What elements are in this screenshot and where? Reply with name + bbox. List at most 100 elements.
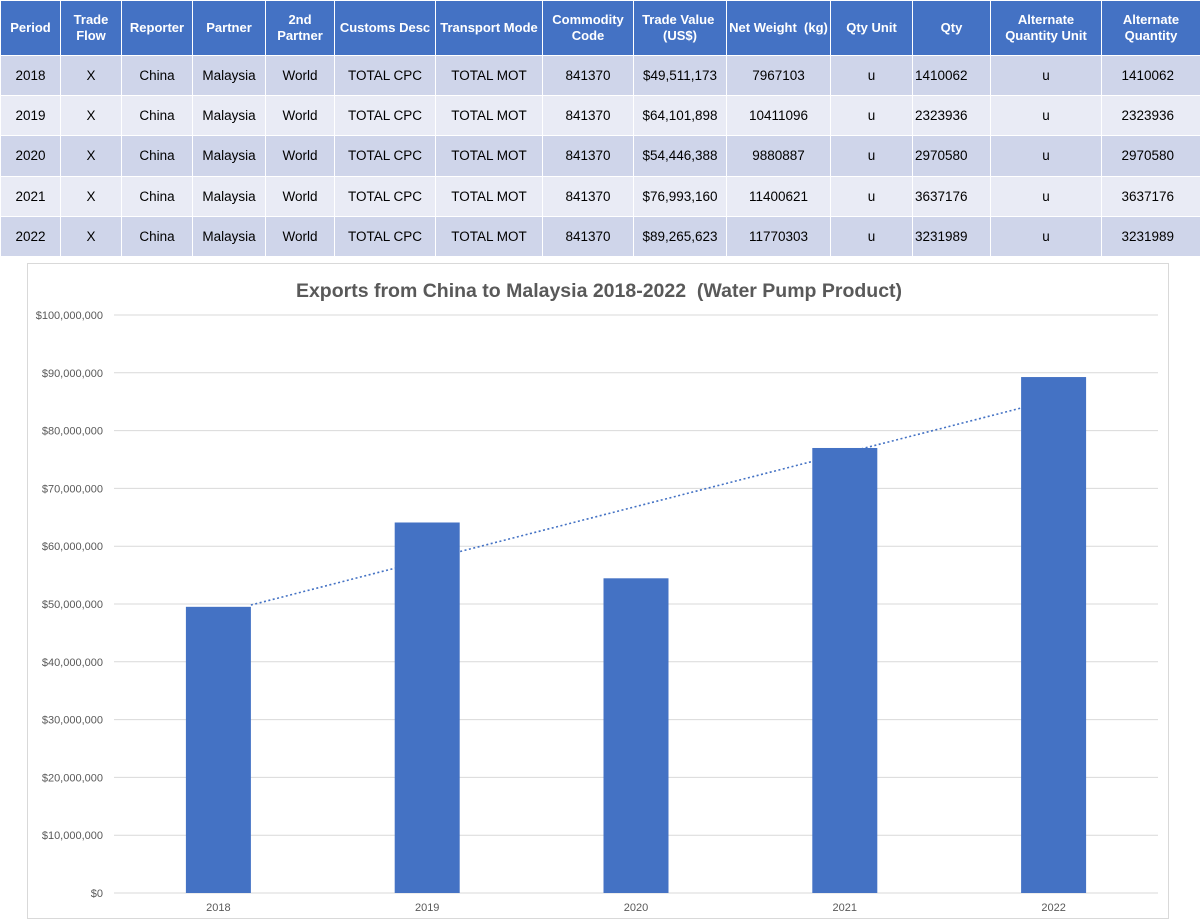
table-cell: u	[830, 95, 913, 137]
table-cell: World	[265, 215, 335, 258]
table-cell: 2018	[0, 54, 61, 97]
table-cell: 2021	[0, 175, 61, 217]
table-cell: TOTAL CPC	[334, 135, 436, 177]
table-cell: 10411096	[726, 95, 831, 137]
table-row: 2020 X China Malaysia World TOTAL CPC TOTAL MO…	[0, 135, 1200, 177]
table-cell: TOTAL MOT	[435, 135, 543, 177]
table-cell: X	[60, 95, 122, 137]
table-cell: u	[990, 95, 1102, 137]
y-tick-label: $0	[91, 888, 103, 900]
header-cell: Net Weight (kg)	[726, 0, 831, 56]
table-cell: $64,101,898	[633, 95, 727, 137]
y-tick-label: $60,000,000	[42, 541, 103, 553]
table-cell: u	[830, 175, 913, 217]
bar-2022	[1021, 377, 1087, 894]
header-cell: Customs Desc	[334, 0, 436, 56]
table-cell: 1410062	[1101, 54, 1200, 97]
y-tick-label: $100,000,000	[36, 310, 103, 322]
table-row: 2022 X China Malaysia World TOTAL CPC TOTAL MO…	[0, 215, 1200, 258]
table-cell: China	[121, 215, 193, 258]
header-cell: Transport Mode	[435, 0, 543, 56]
y-tick-label: $40,000,000	[42, 657, 103, 669]
table-cell: $49,511,173	[633, 54, 727, 97]
table-cell: 1410062	[912, 54, 991, 97]
table-cell: 3637176	[912, 175, 991, 217]
table-cell: 2022	[0, 215, 61, 258]
header-cell: Qty Unit	[830, 0, 913, 56]
header-cell: Reporter	[121, 0, 193, 56]
chart-container: Exports from China to Malaysia 2018-2022…	[27, 263, 1169, 919]
x-tick-label: 2019	[415, 902, 439, 914]
header-cell: Partner	[192, 0, 266, 56]
header-cell: 2nd Partner	[265, 0, 335, 56]
header-cell: Alternate Quantity	[1101, 0, 1200, 56]
table-cell: X	[60, 135, 122, 177]
header-cell: Commodity Code	[542, 0, 634, 56]
table-cell: 2970580	[912, 135, 991, 177]
table-cell: 2019	[0, 95, 61, 137]
bar-2019	[394, 522, 460, 893]
table-cell: 3231989	[1101, 215, 1200, 258]
table-cell: 3231989	[912, 215, 991, 258]
table-cell: World	[265, 95, 335, 137]
table-cell: World	[265, 135, 335, 177]
table-cell: Malaysia	[192, 175, 266, 217]
y-tick-label: $20,000,000	[42, 772, 103, 784]
table-cell: 841370	[542, 215, 634, 258]
table-row: 2021 X China Malaysia World TOTAL CPC TOTAL MO…	[0, 175, 1200, 217]
table-row: 2019 X China Malaysia World TOTAL CPC TOTAL MO…	[0, 95, 1200, 137]
bar-2020	[603, 578, 669, 893]
table-cell: Malaysia	[192, 215, 266, 258]
table-cell: u	[990, 215, 1102, 258]
table-cell: $54,446,388	[633, 135, 727, 177]
table-cell: Malaysia	[192, 95, 266, 137]
header-cell: Trade Value (US$)	[633, 0, 727, 56]
y-tick-label: $80,000,000	[42, 426, 103, 438]
header-cell: Period	[0, 0, 61, 56]
table-cell: TOTAL MOT	[435, 215, 543, 258]
table-cell: u	[830, 215, 913, 258]
bar-chart: Exports from China to Malaysia 2018-2022…	[36, 280, 1158, 914]
table-cell: TOTAL MOT	[435, 54, 543, 97]
table-cell: u	[990, 54, 1102, 97]
y-tick-label: $10,000,000	[42, 830, 103, 842]
table-cell: 2323936	[912, 95, 991, 137]
bar-2021	[812, 447, 878, 893]
table-header-row: Period Trade Flow Reporter Partner 2nd P…	[0, 0, 1200, 56]
x-tick-label: 2021	[833, 902, 857, 914]
table-cell: World	[265, 54, 335, 97]
table-cell: 841370	[542, 54, 634, 97]
x-axis-ticks: 2018 2019 2020 2021 2022	[206, 902, 1066, 914]
table-cell: 9880887	[726, 135, 831, 177]
x-tick-label: 2020	[624, 902, 648, 914]
trendline-line	[250, 407, 1022, 606]
table-cell: TOTAL CPC	[334, 95, 436, 137]
table-cell: u	[990, 175, 1102, 217]
trade-data-table: Period Trade Flow Reporter Partner 2nd P…	[0, 0, 1200, 258]
table-cell: 2970580	[1101, 135, 1200, 177]
table-cell: X	[60, 215, 122, 258]
table-cell: TOTAL CPC	[334, 54, 436, 97]
x-tick-label: 2018	[206, 902, 230, 914]
header-cell: Alternate Quantity Unit	[990, 0, 1102, 56]
table-cell: TOTAL MOT	[435, 95, 543, 137]
table-cell: China	[121, 135, 193, 177]
table-cell: 3637176	[1101, 175, 1200, 217]
table-cell: 2323936	[1101, 95, 1200, 137]
table-cell: X	[60, 54, 122, 97]
header-cell: Trade Flow	[60, 0, 122, 56]
y-tick-label: $50,000,000	[42, 599, 103, 611]
bar-2018	[185, 606, 251, 893]
table-cell: u	[990, 135, 1102, 177]
y-axis-ticks: $0 $10,000,000 $20,000,000 $30,000,000 $40,0…	[36, 310, 103, 900]
y-tick-label: $30,000,000	[42, 715, 103, 727]
table-cell: 11770303	[726, 215, 831, 258]
table-cell: $76,993,160	[633, 175, 727, 217]
chart-title: Exports from China to Malaysia 2018-2022…	[296, 280, 902, 302]
table-cell: TOTAL MOT	[435, 175, 543, 217]
table-cell: China	[121, 54, 193, 97]
x-tick-label: 2022	[1041, 902, 1065, 914]
y-tick-label: $70,000,000	[42, 483, 103, 495]
trendline	[250, 407, 1022, 606]
table-cell: Malaysia	[192, 54, 266, 97]
